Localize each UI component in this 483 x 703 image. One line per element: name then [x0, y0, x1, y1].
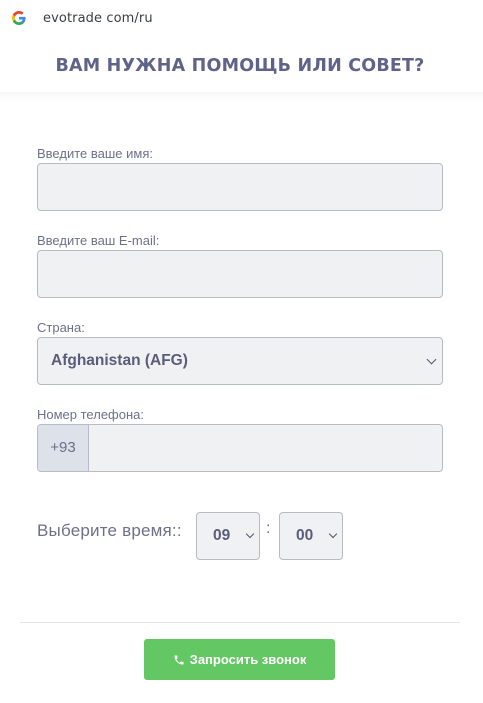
- phone-prefix: +93: [38, 425, 89, 471]
- email-input[interactable]: [37, 250, 443, 298]
- browser-url-bar[interactable]: evotrade com/ru: [0, 0, 483, 38]
- time-label: Выберите время::: [37, 521, 182, 540]
- country-select[interactable]: Afghanistan (AFG): [37, 337, 443, 385]
- name-input[interactable]: [37, 163, 443, 211]
- name-label: Введите ваше имя:: [37, 146, 153, 161]
- hour-select[interactable]: 09: [196, 512, 260, 560]
- request-call-label: Запросить звонок: [189, 652, 307, 667]
- request-call-button[interactable]: Запросить звонок: [144, 639, 335, 680]
- phone-field[interactable]: +93: [37, 424, 443, 472]
- phone-label: Номер телефона:: [37, 407, 144, 422]
- country-label: Страна:: [37, 320, 85, 335]
- url-text[interactable]: evotrade com/ru: [43, 11, 153, 26]
- time-separator: :: [266, 520, 271, 537]
- chevron-down-icon: [328, 529, 338, 539]
- chevron-down-icon: [426, 354, 437, 365]
- phone-icon: [174, 655, 184, 664]
- chevron-down-icon: [245, 529, 255, 539]
- email-label: Введите ваш E-mail:: [37, 233, 160, 248]
- page-title: ВАМ НУЖНА ПОМОЩЬ ИЛИ СОВЕТ?: [55, 56, 425, 76]
- minute-select[interactable]: 00: [279, 512, 343, 560]
- country-selected-value: Afghanistan (AFG): [51, 352, 188, 369]
- hour-value: 09: [213, 527, 231, 544]
- header-divider: [0, 92, 483, 102]
- minute-value: 00: [296, 527, 314, 544]
- google-icon: [12, 11, 26, 25]
- form-divider: [20, 622, 460, 623]
